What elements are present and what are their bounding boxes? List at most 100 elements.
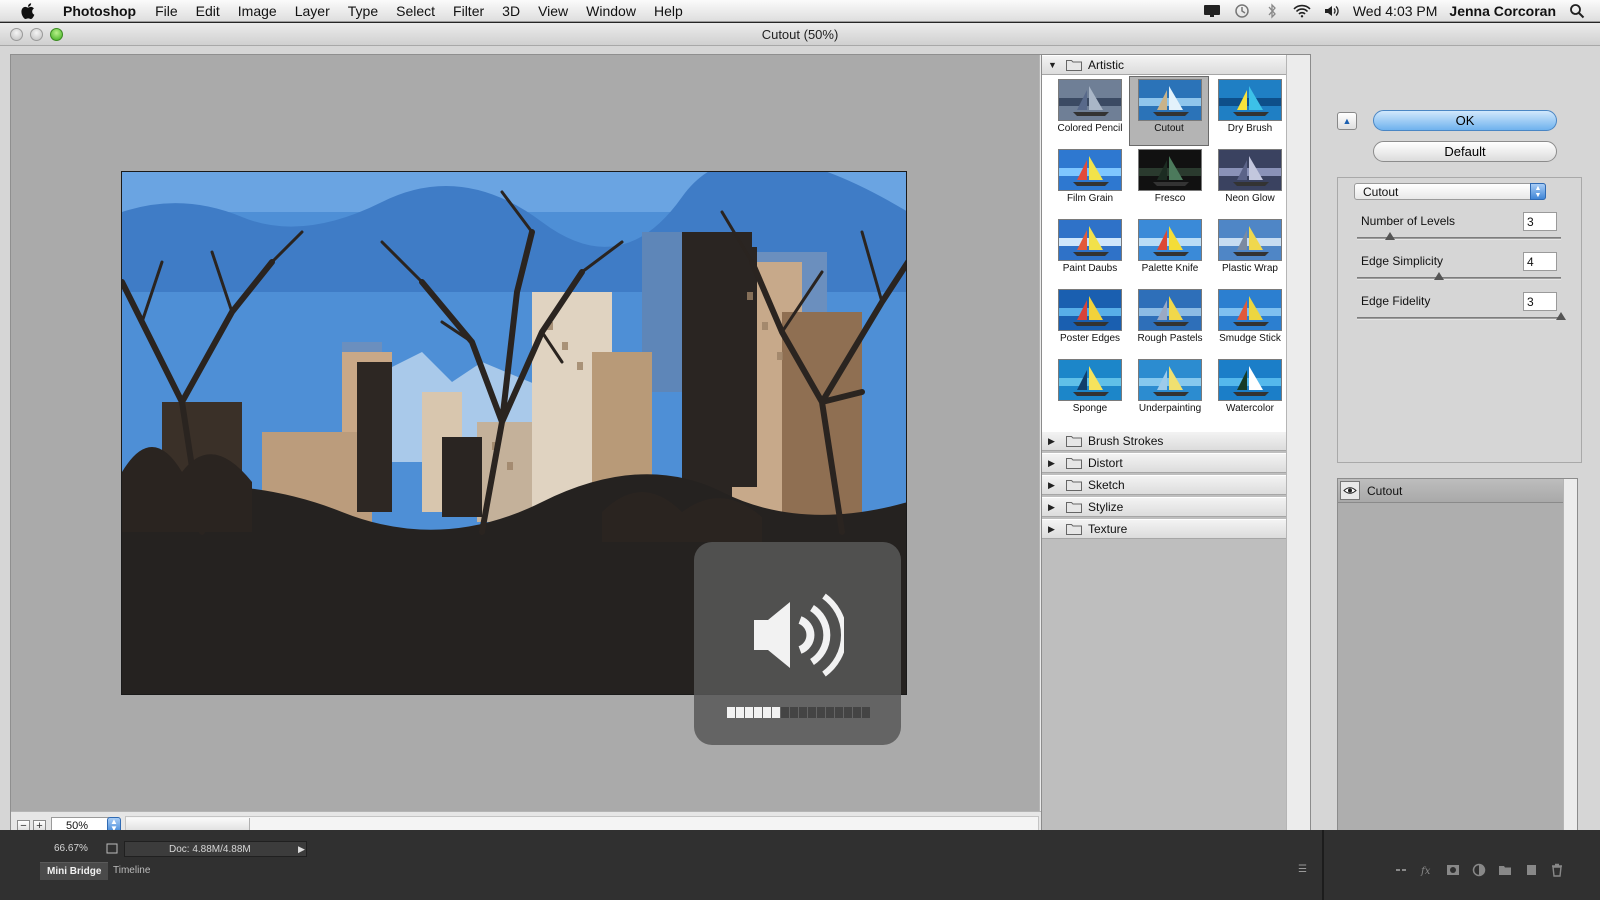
category-brush-strokes[interactable]: ▶ Brush Strokes: [1042, 431, 1286, 451]
volume-hud: [694, 542, 901, 745]
tab-mini-bridge[interactable]: Mini Bridge: [40, 862, 109, 880]
disclosure-closed-icon[interactable]: ▶: [1048, 502, 1062, 513]
adjustment-layer-icon[interactable]: [1472, 863, 1486, 877]
gallery-scrollbar[interactable]: [1286, 55, 1310, 843]
folder-icon: [1066, 523, 1082, 535]
effect-layer-row[interactable]: Cutout: [1338, 479, 1564, 503]
filter-thumb-label: Colored Pencil: [1057, 123, 1123, 134]
filter-thumb-fresco[interactable]: Fresco: [1130, 147, 1210, 217]
apple-icon[interactable]: [18, 2, 38, 19]
category-label: Sketch: [1088, 478, 1125, 492]
menubar-user[interactable]: Jenna Corcoran: [1449, 3, 1556, 19]
trash-icon[interactable]: [1550, 863, 1564, 877]
display-icon[interactable]: [1203, 3, 1221, 19]
volume-segment: [727, 707, 735, 718]
menu-help[interactable]: Help: [645, 0, 692, 22]
link-layers-icon[interactable]: [1394, 863, 1408, 877]
menu-image[interactable]: Image: [229, 0, 286, 22]
eye-icon[interactable]: [1340, 481, 1360, 500]
menu-filter[interactable]: Filter: [444, 0, 493, 22]
volume-segment: [862, 707, 870, 718]
filter-thumb-film-grain[interactable]: Film Grain: [1050, 147, 1130, 217]
folder-icon: [1066, 457, 1082, 469]
menu-file[interactable]: File: [146, 0, 187, 22]
filter-thumb-paint-daubs[interactable]: Paint Daubs: [1050, 217, 1130, 287]
edge-simplicity-slider[interactable]: [1357, 277, 1561, 280]
volume-segment: [844, 707, 852, 718]
category-label: Brush Strokes: [1088, 434, 1164, 448]
category-sketch[interactable]: ▶ Sketch: [1042, 475, 1286, 495]
filter-thumb-cutout[interactable]: Cutout: [1129, 76, 1209, 146]
number-of-levels-field[interactable]: 3: [1523, 212, 1557, 231]
wifi-icon[interactable]: [1293, 3, 1311, 19]
edge-simplicity-field[interactable]: 4: [1523, 252, 1557, 271]
menu-select[interactable]: Select: [387, 0, 444, 22]
time-machine-icon[interactable]: [1233, 3, 1251, 19]
filter-thumb-smudge-stick[interactable]: Smudge Stick: [1210, 287, 1290, 357]
filter-preview-image: [1218, 289, 1282, 331]
layers-scrollbar[interactable]: [1563, 479, 1577, 849]
filter-thumb-watercolor[interactable]: Watercolor: [1210, 357, 1290, 427]
edge-fidelity-slider[interactable]: [1357, 317, 1561, 320]
new-layer-icon[interactable]: [1524, 863, 1538, 877]
menu-view[interactable]: View: [529, 0, 577, 22]
filter-thumb-colored-pencil[interactable]: Colored Pencil: [1050, 77, 1130, 147]
category-texture[interactable]: ▶ Texture: [1042, 519, 1286, 539]
volume-icon[interactable]: [1323, 3, 1341, 19]
filter-thumb-rough-pastels[interactable]: Rough Pastels: [1130, 287, 1210, 357]
volume-segment: [736, 707, 744, 718]
menu-layer[interactable]: Layer: [286, 0, 339, 22]
effect-layer-name: Cutout: [1367, 484, 1403, 498]
disclosure-closed-icon[interactable]: ▶: [1048, 458, 1062, 469]
disclosure-closed-icon[interactable]: ▶: [1048, 480, 1062, 491]
filter-thumb-poster-edges[interactable]: Poster Edges: [1050, 287, 1130, 357]
status-menu-arrow-icon[interactable]: ▶: [298, 844, 305, 855]
ok-button[interactable]: OK: [1373, 110, 1557, 131]
param-label: Number of Levels: [1361, 214, 1456, 228]
menu-3d[interactable]: 3D: [493, 0, 529, 22]
category-distort[interactable]: ▶ Distort: [1042, 453, 1286, 473]
disclosure-closed-icon[interactable]: ▶: [1048, 436, 1062, 447]
menu-type[interactable]: Type: [339, 0, 387, 22]
slider-knob[interactable]: [1384, 232, 1395, 240]
disclosure-closed-icon[interactable]: ▶: [1048, 524, 1062, 535]
add-mask-icon[interactable]: [1446, 863, 1460, 877]
edge-fidelity-field[interactable]: 3: [1523, 292, 1557, 311]
status-bar: 66.67% Doc: 4.88M/4.88M ▶ Mini Bridge Ti…: [0, 830, 1600, 900]
slider-knob[interactable]: [1433, 272, 1444, 280]
default-button[interactable]: Default: [1373, 141, 1557, 162]
category-artistic[interactable]: ▼ Artistic: [1042, 55, 1286, 75]
filter-thumb-underpainting[interactable]: Underpainting: [1130, 357, 1210, 427]
spotlight-search-icon[interactable]: [1568, 3, 1586, 19]
menubar-clock[interactable]: Wed 4:03 PM: [1353, 3, 1438, 19]
filter-thumb-label: Plastic Wrap: [1222, 263, 1278, 274]
tab-timeline[interactable]: Timeline: [106, 862, 157, 880]
filter-thumb-palette-knife[interactable]: Palette Knife: [1130, 217, 1210, 287]
new-group-icon[interactable]: [1498, 863, 1512, 877]
menu-edit[interactable]: Edit: [187, 0, 229, 22]
collapse-gallery-button[interactable]: ▲: [1337, 112, 1357, 130]
document-zoom: 66.67%: [54, 843, 88, 854]
volume-segment: [745, 707, 753, 718]
menu-window[interactable]: Window: [577, 0, 645, 22]
filter-thumb-label: Cutout: [1154, 123, 1184, 134]
category-stylize[interactable]: ▶ Stylize: [1042, 497, 1286, 517]
menu-app-photoshop[interactable]: Photoshop: [54, 0, 146, 22]
effect-layers-list: Cutout: [1337, 478, 1578, 850]
filter-thumb-dry-brush[interactable]: Dry Brush: [1210, 77, 1290, 147]
filter-thumb-plastic-wrap[interactable]: Plastic Wrap: [1210, 217, 1290, 287]
filter-select[interactable]: Cutout ▲ ▼: [1354, 183, 1546, 200]
filter-thumb-label: Film Grain: [1066, 193, 1114, 204]
export-icon[interactable]: [106, 843, 118, 857]
select-arrows-icon: ▲ ▼: [1530, 183, 1546, 200]
fx-icon[interactable]: fx: [1420, 863, 1434, 877]
filter-thumb-neon-glow[interactable]: Neon Glow: [1210, 147, 1290, 217]
bluetooth-icon[interactable]: [1263, 3, 1281, 19]
slider-knob[interactable]: [1556, 312, 1566, 320]
disclosure-open-icon[interactable]: ▼: [1048, 60, 1062, 70]
panel-menu-icon[interactable]: ☰: [1298, 864, 1307, 875]
filter-preview-image: [1218, 219, 1282, 261]
filter-preview-image: [1058, 219, 1122, 261]
filter-thumb-sponge[interactable]: Sponge: [1050, 357, 1130, 427]
volume-segment: [781, 707, 789, 718]
